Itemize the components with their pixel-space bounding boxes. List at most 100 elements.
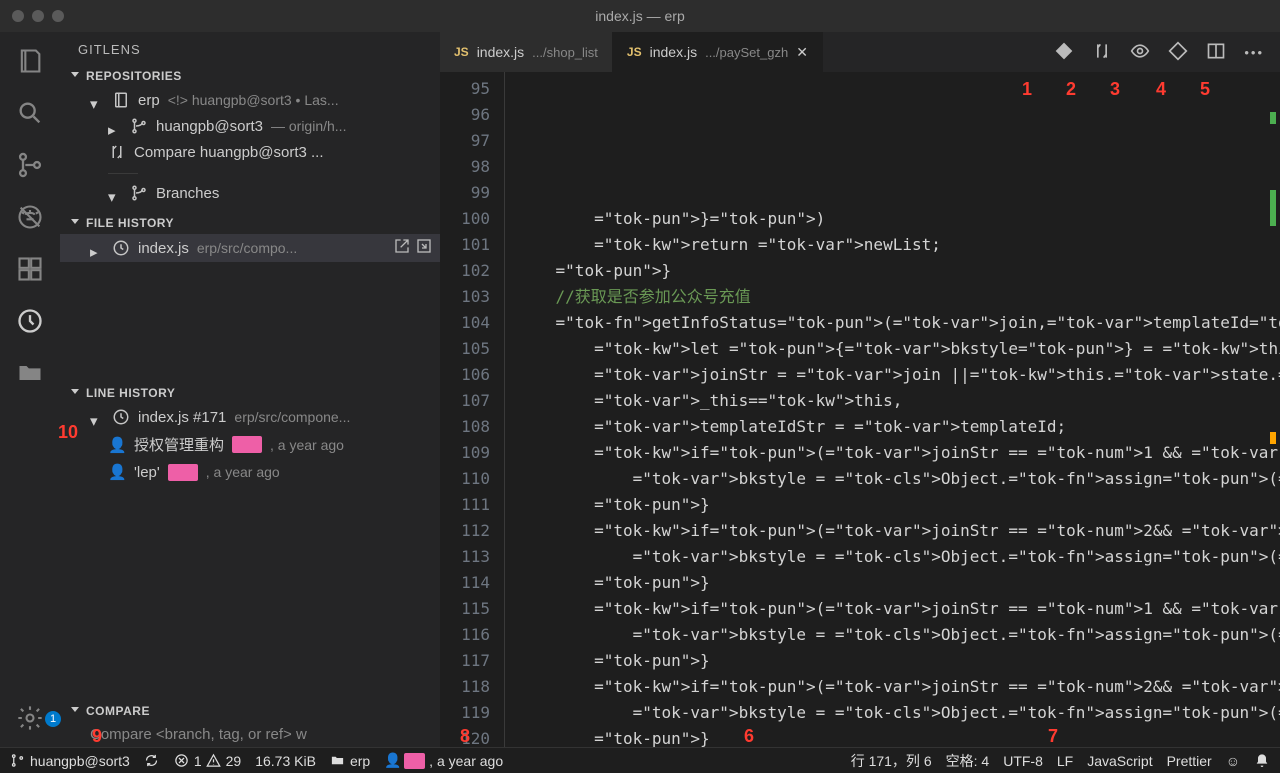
file-name: index.js (138, 240, 189, 257)
folder-name: erp (350, 753, 370, 769)
commit-time: , a year ago (270, 437, 344, 453)
branch-icon (130, 117, 148, 135)
settings-gear-icon[interactable]: 1 (15, 703, 45, 733)
compare-icon (108, 143, 126, 161)
compare-prompt[interactable]: Compare <branch, tag, or ref> w (60, 722, 440, 747)
compare-label: Compare huangpb@sort3 ... (134, 144, 324, 161)
status-sync[interactable] (144, 753, 160, 769)
section-line-history[interactable]: LINE HISTORY (60, 382, 440, 404)
commit-row[interactable]: 👤 授权管理重构 xxxx , a year ago (60, 430, 440, 459)
chevron-down-icon: ▾ (90, 412, 100, 422)
gitlens-icon[interactable] (15, 306, 45, 336)
section-label: COMPARE (86, 704, 150, 718)
section-repositories[interactable]: REPOSITORIES (60, 65, 440, 87)
editor-area: JS index.js .../shop_list JS index.js ..… (440, 32, 1280, 747)
status-cursor[interactable]: 行 171，列 6 (851, 751, 932, 771)
settings-badge: 1 (45, 711, 61, 727)
tab-filename: index.js (477, 44, 524, 60)
sidebar: GITLENS REPOSITORIES ▾ erp <!> huangpb@s… (60, 32, 440, 747)
open-file-icon[interactable] (394, 238, 410, 258)
avatar-icon: 👤 (108, 463, 126, 481)
commit-time: , a year ago (206, 464, 280, 480)
editor-tab[interactable]: JS index.js .../shop_list (440, 32, 613, 72)
status-feedback-icon[interactable]: ☺ (1226, 753, 1240, 769)
compare-arrows-icon[interactable] (1092, 41, 1112, 64)
minimize-window-dot[interactable] (32, 10, 44, 22)
section-label: REPOSITORIES (86, 69, 182, 83)
gutter: 9596979899100101102103104105106107108109… (440, 72, 504, 747)
extensions-icon[interactable] (15, 254, 45, 284)
folder-icon (330, 753, 346, 769)
window-controls[interactable] (12, 10, 64, 22)
section-compare[interactable]: COMPARE (60, 700, 440, 722)
sidebar-title: GITLENS (60, 32, 440, 65)
status-filesize[interactable]: 16.73 KiB (255, 753, 316, 769)
explorer-icon[interactable] (15, 46, 45, 76)
branch-meta: — origin/h... (271, 118, 346, 134)
commit-row[interactable]: 👤 'lep' xxxx , a year ago (60, 459, 440, 485)
tab-bar: JS index.js .../shop_list JS index.js ..… (440, 32, 1280, 72)
chevron-down-icon: ▾ (90, 95, 100, 105)
branch-name: huangpb@sort3 (156, 118, 263, 135)
status-encoding[interactable]: UTF-8 (1003, 753, 1043, 769)
editor-tab[interactable]: JS index.js .../paySet_gzh ✕ (613, 32, 823, 72)
redacted-author: xxx (404, 753, 425, 769)
branch-icon (10, 753, 26, 769)
debug-disabled-icon[interactable] (15, 202, 45, 232)
compare-row[interactable]: Compare huangpb@sort3 ... (60, 139, 440, 165)
diamond-outline-icon[interactable] (1168, 41, 1188, 64)
folder-icon[interactable] (15, 358, 45, 388)
zoom-window-dot[interactable] (52, 10, 64, 22)
error-icon (174, 753, 190, 769)
status-problems[interactable]: 1 29 (174, 753, 241, 769)
chevron-down-icon (68, 217, 80, 229)
file-name: index.js #171 (138, 409, 226, 426)
section-file-history[interactable]: FILE HISTORY (60, 212, 440, 234)
redacted-author: xxxx (168, 464, 198, 481)
status-branch[interactable]: huangpb@sort3 (10, 753, 130, 769)
tab-filename: index.js (650, 44, 697, 60)
history-clock-icon (112, 239, 130, 257)
external-icon[interactable] (416, 238, 432, 258)
search-icon[interactable] (15, 98, 45, 128)
chevron-down-icon (68, 705, 80, 717)
status-language[interactable]: JavaScript (1087, 753, 1152, 769)
split-editor-icon[interactable] (1206, 41, 1226, 64)
close-window-dot[interactable] (12, 10, 24, 22)
status-branch-name: huangpb@sort3 (30, 753, 130, 769)
avatar-icon: 👤 (108, 436, 126, 454)
status-formatter[interactable]: Prettier (1167, 753, 1212, 769)
file-path: erp/src/compo... (197, 240, 297, 256)
status-blame[interactable]: 👤 xxx , a year ago (384, 753, 503, 769)
history-clock-icon (112, 408, 130, 426)
status-indent[interactable]: 空格: 4 (946, 751, 990, 771)
redacted-author: xxxx (232, 436, 262, 453)
repo-meta: <!> huangpb@sort3 • Las... (168, 92, 339, 108)
repo-row[interactable]: ▾ erp <!> huangpb@sort3 • Las... (60, 87, 440, 113)
editor-actions: ••• (1038, 32, 1280, 72)
chevron-down-icon: ▾ (108, 188, 118, 198)
status-folder[interactable]: erp (330, 753, 370, 769)
diamond-icon[interactable] (1054, 41, 1074, 64)
tab-path: .../shop_list (532, 45, 598, 60)
section-label: FILE HISTORY (86, 216, 174, 230)
window-title: index.js — erp (595, 8, 684, 24)
commit-msg: 授权管理重构 (134, 434, 224, 455)
branch-current-row[interactable]: ▸ huangpb@sort3 — origin/h... (60, 113, 440, 139)
file-path: erp/src/compone... (234, 409, 350, 425)
line-history-file[interactable]: ▾ index.js #171 erp/src/compone... (60, 404, 440, 430)
eye-icon[interactable] (1130, 41, 1150, 64)
status-bell-icon[interactable] (1254, 753, 1270, 769)
branches-row[interactable]: ▾ Branches (60, 180, 440, 206)
title-bar: index.js — erp (0, 0, 1280, 32)
source-control-icon[interactable] (15, 150, 45, 180)
more-icon[interactable]: ••• (1244, 45, 1264, 60)
repo-name: erp (138, 92, 160, 109)
status-eol[interactable]: LF (1057, 753, 1073, 769)
chevron-down-icon (68, 70, 80, 82)
close-tab-icon[interactable]: ✕ (796, 44, 808, 61)
code-content[interactable]: ="tok-pun">}="tok-pun">) ="tok-kw">retur… (504, 72, 1280, 747)
file-history-item[interactable]: ▸ index.js erp/src/compo... (60, 234, 440, 262)
js-badge-icon: JS (627, 45, 642, 59)
code-editor[interactable]: 9596979899100101102103104105106107108109… (440, 72, 1280, 747)
